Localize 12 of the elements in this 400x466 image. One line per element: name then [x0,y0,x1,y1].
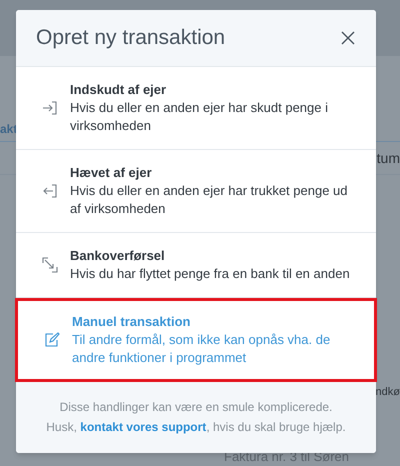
transfer-icon [42,257,58,273]
dialog-title: Opret ny transaktion [36,25,226,52]
sign-out-icon [42,184,58,198]
close-icon [341,31,355,45]
transaction-option[interactable]: Hævet af ejer Hvis du eller en anden ejer har trukket penge ud af virksomheden [16,150,376,233]
footer-text: Husk, kontakt vores support, hvis du skal bruge hjælp. [46,419,346,436]
background-column-heading: tum [376,148,400,168]
background-table-cell-text: ndkø [376,385,400,400]
edit-icon [44,332,60,348]
footer-text: Disse handlinger kan være en smule komplicerede. [60,399,332,416]
transaction-option[interactable]: Indskudt af ejer Hvis du eller en anden ejer har skudt penge i virksomheden [16,67,376,150]
sign-in-icon [42,101,58,115]
